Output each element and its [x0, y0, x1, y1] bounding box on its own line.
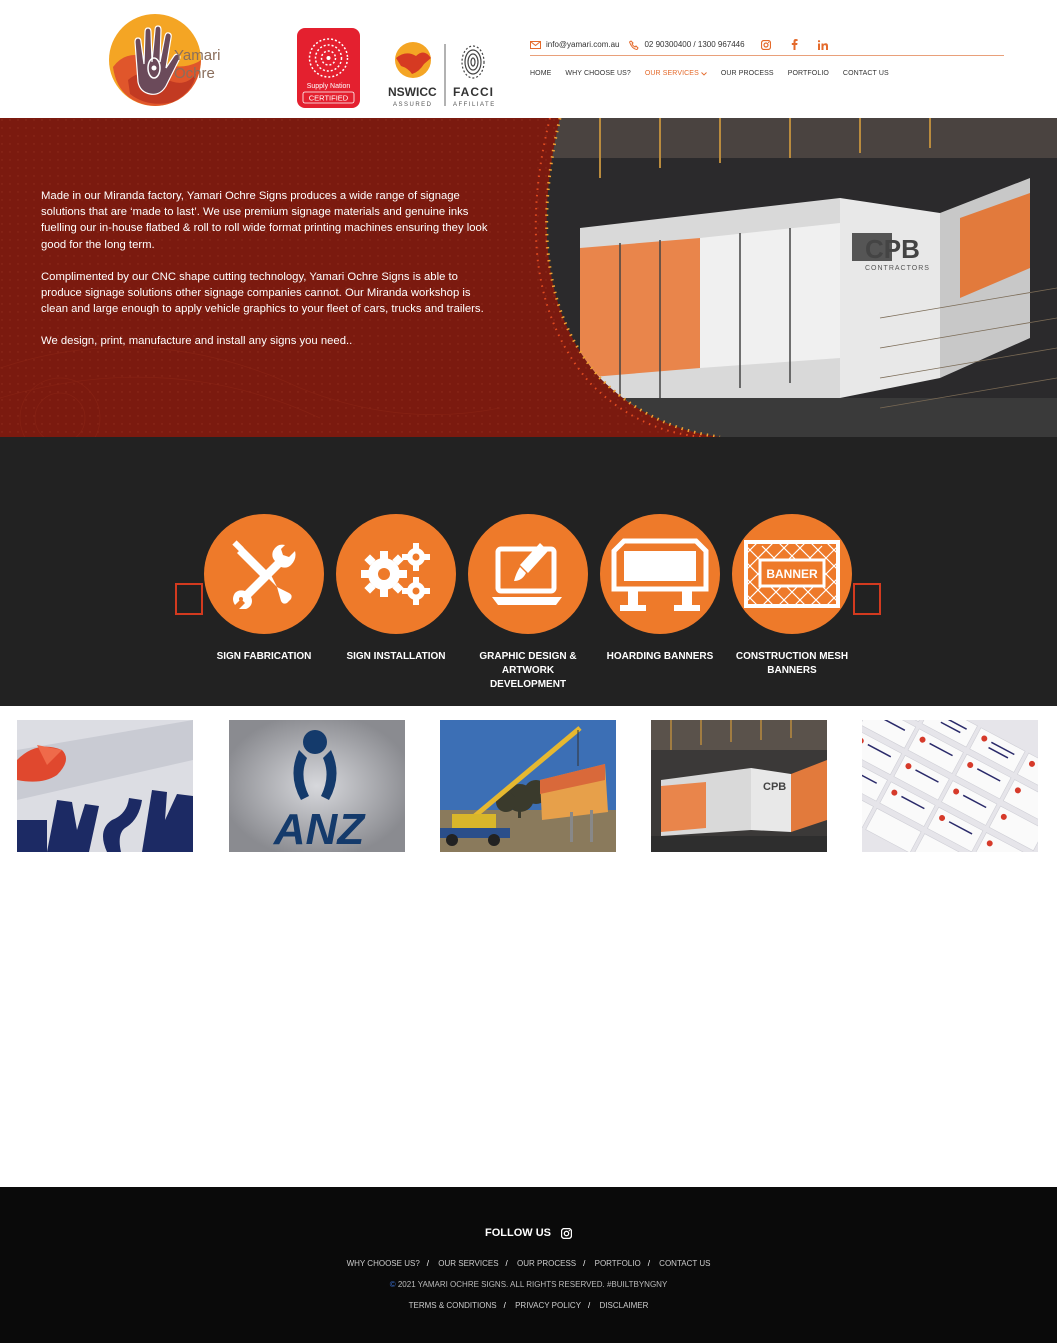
photo-sign-cpb: CPB: [865, 234, 920, 264]
separator: /: [505, 1259, 508, 1268]
photo-sign-contractors: CONTRACTORS: [865, 265, 930, 272]
nav-portfolio[interactable]: PORTFOLIO: [788, 70, 829, 77]
footer-link-portfolio[interactable]: PORTFOLIO: [595, 1259, 641, 1268]
nswicc-facci-logo: NSWICC ASSURED FACCI AFFILIATE: [386, 40, 504, 108]
service-circle: [468, 514, 588, 634]
phone-text: 02 90300400 / 1300 967446: [644, 40, 745, 49]
nav-why-choose-us[interactable]: WHY CHOOSE US?: [565, 70, 630, 77]
hero-description: Made in our Miranda factory, Yamari Ochr…: [41, 188, 489, 366]
follow-us: FOLLOW US: [0, 1227, 1057, 1239]
service-circle: [336, 514, 456, 634]
service-label: SIGN INSTALLATION: [346, 651, 446, 662]
phone-icon: [629, 39, 640, 50]
contact-bar: info@yamari.com.au 02 90300400 / 1300 96…: [530, 34, 1004, 56]
linkedin-link[interactable]: [817, 39, 828, 50]
mesh-banner-icon: BANNER: [744, 540, 840, 608]
service-sign-installation[interactable]: SIGN INSTALLATION: [331, 514, 461, 664]
separator: /: [583, 1259, 586, 1268]
copyright: © 2021 YAMARI OCHRE SIGNS. ALL RIGHTS RE…: [0, 1280, 1057, 1289]
service-label: HOARDING BANNERS: [606, 651, 714, 662]
gallery-image-nsw-sign[interactable]: [17, 720, 193, 852]
service-label: SIGN FABRICATION: [216, 651, 312, 662]
service-construction-mesh-banners[interactable]: BANNER CONSTRUCTION MESH BANNERS: [727, 514, 857, 678]
site-header: Yamari Ochre Supply Nation CERTIFIED NSW…: [0, 0, 1057, 118]
disclaimer-link[interactable]: DISCLAIMER: [600, 1301, 649, 1310]
service-circle: [600, 514, 720, 634]
service-circle: [204, 514, 324, 634]
nav-our-services[interactable]: OUR SERVICES: [645, 70, 707, 77]
assured-text: ASSURED: [393, 102, 433, 108]
service-graphic-design[interactable]: GRAPHIC DESIGN & ARTWORK DEVELOPMENT: [463, 514, 593, 692]
gallery-image-printed-labels[interactable]: [862, 720, 1038, 852]
gears-icon: [361, 543, 430, 605]
nav-our-services-label: OUR SERVICES: [644, 70, 699, 77]
footer-nav: WHY CHOOSE US? / OUR SERVICES / OUR PROCES…: [0, 1259, 1057, 1268]
envelope-icon: [530, 40, 541, 49]
supply-certified-text: CERTIFIED: [309, 94, 349, 103]
service-sign-fabrication[interactable]: SIGN FABRICATION: [199, 514, 329, 664]
service-hoarding-banners[interactable]: HOARDING BANNERS: [595, 514, 725, 664]
hero-paragraph-3: We design, print, manufacture and instal…: [41, 335, 353, 348]
service-circle: BANNER: [732, 514, 852, 634]
supply-nation-logo: Supply Nation CERTIFIED: [297, 28, 360, 108]
separator: /: [588, 1301, 591, 1310]
hero-section: CPB CONTRACTORS Made in our Miranda fact…: [0, 118, 1057, 437]
banner-word: BANNER: [766, 567, 818, 581]
phone-contact[interactable]: 02 90300400 / 1300 967446: [629, 39, 745, 50]
site-footer: FOLLOW US WHY CHOOSE US? / OUR SERVICES / …: [0, 1187, 1057, 1343]
instagram-link[interactable]: [760, 39, 771, 50]
page: Yamari Ochre Supply Nation CERTIFIED NSW…: [0, 0, 1057, 1343]
anz-text: ANZ: [273, 805, 367, 852]
service-label: GRAPHIC DESIGN & ARTWORK DEVELOPMENT: [479, 651, 577, 690]
follow-us-label: FOLLOW US: [485, 1227, 551, 1239]
design-monitor-icon: [492, 543, 562, 605]
footer-link-why-choose-us[interactable]: WHY CHOOSE US?: [347, 1259, 420, 1268]
carousel-next-button[interactable]: [853, 583, 881, 615]
logo-text-ochre: Ochre: [174, 65, 215, 82]
facebook-link[interactable]: [791, 39, 798, 50]
copyright-text: 2021 YAMARI OCHRE SIGNS. ALL RIGHTS RESE…: [397, 1280, 668, 1289]
affiliate-text: AFFILIATE: [453, 102, 496, 108]
photo-sign-cpb-small: CPB: [763, 781, 786, 793]
email-contact[interactable]: info@yamari.com.au: [530, 40, 619, 49]
footer-link-contact-us[interactable]: CONTACT US: [659, 1259, 710, 1268]
instagram-icon: [760, 39, 771, 50]
gallery-image-construction-site[interactable]: CPB: [651, 720, 827, 852]
hero-paragraph-1: Made in our Miranda factory, Yamari Ochr…: [41, 190, 488, 251]
terms-link[interactable]: TERMS & CONDITIONS: [409, 1301, 497, 1310]
privacy-policy-link[interactable]: PRIVACY POLICY: [515, 1301, 581, 1310]
gallery-image-billboard-crane[interactable]: [440, 720, 616, 852]
hero-paragraph-2: Complimented by our CNC shape cutting te…: [41, 270, 484, 316]
instagram-icon[interactable]: [561, 1227, 572, 1239]
separator: /: [426, 1259, 429, 1268]
facebook-icon: [791, 39, 798, 50]
email-text: info@yamari.com.au: [546, 40, 620, 49]
service-label: CONSTRUCTION MESH BANNERS: [735, 651, 849, 676]
hoarding-icon: [611, 538, 709, 611]
chevron-down-icon: [701, 71, 707, 76]
footer-link-our-services[interactable]: OUR SERVICES: [438, 1259, 498, 1268]
footer-link-our-process[interactable]: OUR PROCESS: [517, 1259, 576, 1268]
facci-text: FACCI: [453, 85, 494, 99]
linkedin-icon: [817, 39, 828, 50]
separator: /: [647, 1259, 650, 1268]
logo-text-yamari: Yamari: [174, 47, 220, 64]
yamari-ochre-logo[interactable]: Yamari Ochre: [108, 12, 230, 107]
gallery-image-anz-sign[interactable]: ANZ: [229, 720, 405, 852]
copyright-icon: ©: [389, 1280, 396, 1289]
tools-icon: [232, 540, 296, 609]
nav-contact-us[interactable]: CONTACT US: [843, 70, 889, 77]
nav-home[interactable]: HOME: [530, 70, 551, 77]
separator: /: [503, 1301, 506, 1310]
nav-our-process[interactable]: OUR PROCESS: [721, 70, 774, 77]
supply-nation-text: Supply Nation: [307, 83, 351, 90]
legal-links: TERMS & CONDITIONS / PRIVACY POLICY / DISC…: [0, 1301, 1057, 1310]
main-nav: HOME WHY CHOOSE US? OUR SERVICES OUR PRO…: [530, 70, 903, 77]
nswicc-text: NSWICC: [388, 85, 437, 99]
